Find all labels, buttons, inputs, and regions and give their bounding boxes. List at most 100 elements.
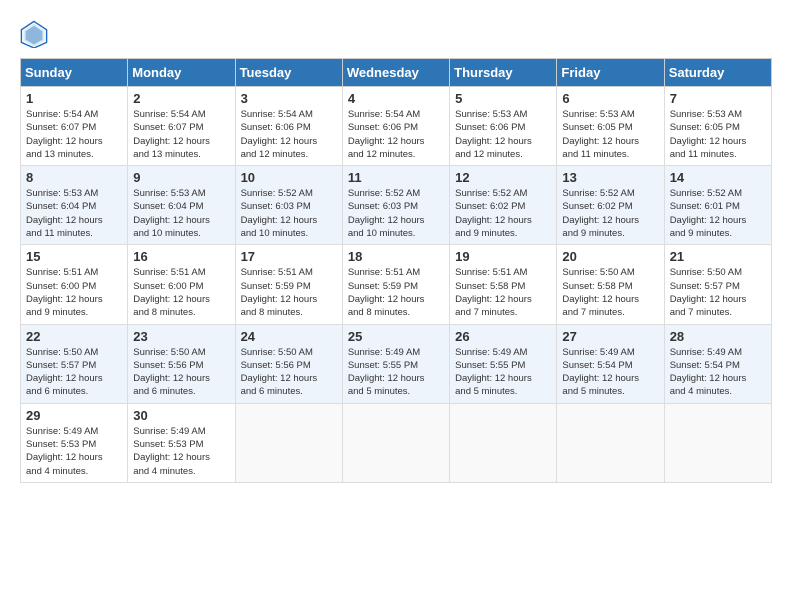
calendar-cell: 24 Sunrise: 5:50 AM Sunset: 5:56 PM Dayli…	[235, 324, 342, 403]
calendar-cell: 4 Sunrise: 5:54 AM Sunset: 6:06 PM Daylig…	[342, 87, 449, 166]
day-number: 21	[670, 249, 766, 264]
calendar-week-3: 15 Sunrise: 5:51 AM Sunset: 6:00 PM Dayli…	[21, 245, 772, 324]
day-number: 29	[26, 408, 122, 423]
day-info: Sunrise: 5:50 AM Sunset: 5:56 PM Dayligh…	[241, 346, 337, 399]
calendar-week-5: 29 Sunrise: 5:49 AM Sunset: 5:53 PM Dayli…	[21, 403, 772, 482]
day-info: Sunrise: 5:53 AM Sunset: 6:05 PM Dayligh…	[670, 108, 766, 161]
day-info: Sunrise: 5:49 AM Sunset: 5:55 PM Dayligh…	[455, 346, 551, 399]
day-info: Sunrise: 5:53 AM Sunset: 6:04 PM Dayligh…	[26, 187, 122, 240]
day-info: Sunrise: 5:50 AM Sunset: 5:57 PM Dayligh…	[26, 346, 122, 399]
day-number: 24	[241, 329, 337, 344]
calendar-cell: 9Sunrise: 5:53 AM Sunset: 6:04 PM Daylig…	[128, 166, 235, 245]
day-info: Sunrise: 5:51 AM Sunset: 5:59 PM Dayligh…	[348, 266, 444, 319]
day-info: Sunrise: 5:52 AM Sunset: 6:03 PM Dayligh…	[348, 187, 444, 240]
calendar-cell: 29 Sunrise: 5:49 AM Sunset: 5:53 PM Dayli…	[21, 403, 128, 482]
day-number: 27	[562, 329, 658, 344]
calendar-cell: 16 Sunrise: 5:51 AM Sunset: 6:00 PM Dayli…	[128, 245, 235, 324]
calendar-cell: 19 Sunrise: 5:51 AM Sunset: 5:58 PM Dayli…	[450, 245, 557, 324]
day-info: Sunrise: 5:52 AM Sunset: 6:01 PM Dayligh…	[670, 187, 766, 240]
calendar-cell: 2 Sunrise: 5:54 AM Sunset: 6:07 PM Daylig…	[128, 87, 235, 166]
day-number: 1	[26, 91, 122, 106]
day-info: Sunrise: 5:54 AM Sunset: 6:06 PM Dayligh…	[241, 108, 337, 161]
calendar-cell: 1 Sunrise: 5:54 AM Sunset: 6:07 PM Daylig…	[21, 87, 128, 166]
day-number: 3	[241, 91, 337, 106]
calendar-cell	[342, 403, 449, 482]
day-info: Sunrise: 5:49 AM Sunset: 5:53 PM Dayligh…	[133, 425, 229, 478]
calendar-week-2: 8Sunrise: 5:53 AM Sunset: 6:04 PM Daylig…	[21, 166, 772, 245]
calendar-cell: 11 Sunrise: 5:52 AM Sunset: 6:03 PM Dayli…	[342, 166, 449, 245]
calendar-header-row: SundayMondayTuesdayWednesdayThursdayFrid…	[21, 59, 772, 87]
day-info: Sunrise: 5:52 AM Sunset: 6:02 PM Dayligh…	[562, 187, 658, 240]
calendar-cell: 30 Sunrise: 5:49 AM Sunset: 5:53 PM Dayli…	[128, 403, 235, 482]
calendar-cell: 14 Sunrise: 5:52 AM Sunset: 6:01 PM Dayli…	[664, 166, 771, 245]
day-info: Sunrise: 5:50 AM Sunset: 5:58 PM Dayligh…	[562, 266, 658, 319]
calendar-cell: 5 Sunrise: 5:53 AM Sunset: 6:06 PM Daylig…	[450, 87, 557, 166]
day-number: 30	[133, 408, 229, 423]
calendar-cell	[664, 403, 771, 482]
day-info: Sunrise: 5:51 AM Sunset: 6:00 PM Dayligh…	[26, 266, 122, 319]
day-info: Sunrise: 5:51 AM Sunset: 6:00 PM Dayligh…	[133, 266, 229, 319]
day-info: Sunrise: 5:50 AM Sunset: 5:56 PM Dayligh…	[133, 346, 229, 399]
calendar-table: SundayMondayTuesdayWednesdayThursdayFrid…	[20, 58, 772, 483]
calendar-cell: 17 Sunrise: 5:51 AM Sunset: 5:59 PM Dayli…	[235, 245, 342, 324]
day-number: 5	[455, 91, 551, 106]
day-number: 28	[670, 329, 766, 344]
day-number: 6	[562, 91, 658, 106]
day-number: 2	[133, 91, 229, 106]
calendar-cell: 28 Sunrise: 5:49 AM Sunset: 5:54 PM Dayli…	[664, 324, 771, 403]
logo	[20, 20, 52, 48]
day-number: 10	[241, 170, 337, 185]
calendar-cell: 8Sunrise: 5:53 AM Sunset: 6:04 PM Daylig…	[21, 166, 128, 245]
day-info: Sunrise: 5:49 AM Sunset: 5:54 PM Dayligh…	[670, 346, 766, 399]
calendar-cell	[450, 403, 557, 482]
col-header-tuesday: Tuesday	[235, 59, 342, 87]
day-info: Sunrise: 5:49 AM Sunset: 5:53 PM Dayligh…	[26, 425, 122, 478]
day-number: 11	[348, 170, 444, 185]
day-number: 25	[348, 329, 444, 344]
day-number: 22	[26, 329, 122, 344]
col-header-friday: Friday	[557, 59, 664, 87]
col-header-monday: Monday	[128, 59, 235, 87]
calendar-cell: 12Sunrise: 5:52 AM Sunset: 6:02 PM Dayli…	[450, 166, 557, 245]
calendar-cell: 21 Sunrise: 5:50 AM Sunset: 5:57 PM Dayli…	[664, 245, 771, 324]
calendar-cell	[235, 403, 342, 482]
day-number: 9	[133, 170, 229, 185]
day-number: 14	[670, 170, 766, 185]
calendar-cell: 7Sunrise: 5:53 AM Sunset: 6:05 PM Daylig…	[664, 87, 771, 166]
calendar-cell: 15 Sunrise: 5:51 AM Sunset: 6:00 PM Dayli…	[21, 245, 128, 324]
day-info: Sunrise: 5:49 AM Sunset: 5:55 PM Dayligh…	[348, 346, 444, 399]
calendar-cell: 26 Sunrise: 5:49 AM Sunset: 5:55 PM Dayli…	[450, 324, 557, 403]
day-number: 17	[241, 249, 337, 264]
calendar-cell: 25 Sunrise: 5:49 AM Sunset: 5:55 PM Dayli…	[342, 324, 449, 403]
day-info: Sunrise: 5:50 AM Sunset: 5:57 PM Dayligh…	[670, 266, 766, 319]
calendar-cell: 18 Sunrise: 5:51 AM Sunset: 5:59 PM Dayli…	[342, 245, 449, 324]
calendar-cell: 6 Sunrise: 5:53 AM Sunset: 6:05 PM Daylig…	[557, 87, 664, 166]
day-info: Sunrise: 5:54 AM Sunset: 6:07 PM Dayligh…	[26, 108, 122, 161]
day-info: Sunrise: 5:51 AM Sunset: 5:59 PM Dayligh…	[241, 266, 337, 319]
day-info: Sunrise: 5:51 AM Sunset: 5:58 PM Dayligh…	[455, 266, 551, 319]
day-info: Sunrise: 5:53 AM Sunset: 6:05 PM Dayligh…	[562, 108, 658, 161]
day-number: 15	[26, 249, 122, 264]
calendar-cell: 10Sunrise: 5:52 AM Sunset: 6:03 PM Dayli…	[235, 166, 342, 245]
calendar-cell: 22 Sunrise: 5:50 AM Sunset: 5:57 PM Dayli…	[21, 324, 128, 403]
day-info: Sunrise: 5:54 AM Sunset: 6:07 PM Dayligh…	[133, 108, 229, 161]
col-header-wednesday: Wednesday	[342, 59, 449, 87]
day-number: 18	[348, 249, 444, 264]
calendar-cell: 27 Sunrise: 5:49 AM Sunset: 5:54 PM Dayli…	[557, 324, 664, 403]
calendar-cell: 3 Sunrise: 5:54 AM Sunset: 6:06 PM Daylig…	[235, 87, 342, 166]
day-number: 26	[455, 329, 551, 344]
day-number: 16	[133, 249, 229, 264]
day-info: Sunrise: 5:49 AM Sunset: 5:54 PM Dayligh…	[562, 346, 658, 399]
day-number: 19	[455, 249, 551, 264]
calendar-cell: 13Sunrise: 5:52 AM Sunset: 6:02 PM Dayli…	[557, 166, 664, 245]
calendar-cell	[557, 403, 664, 482]
day-number: 4	[348, 91, 444, 106]
day-number: 12	[455, 170, 551, 185]
logo-icon	[20, 20, 48, 48]
col-header-sunday: Sunday	[21, 59, 128, 87]
calendar-week-1: 1 Sunrise: 5:54 AM Sunset: 6:07 PM Daylig…	[21, 87, 772, 166]
calendar-cell: 23Sunrise: 5:50 AM Sunset: 5:56 PM Dayli…	[128, 324, 235, 403]
calendar-cell: 20Sunrise: 5:50 AM Sunset: 5:58 PM Dayli…	[557, 245, 664, 324]
day-info: Sunrise: 5:53 AM Sunset: 6:06 PM Dayligh…	[455, 108, 551, 161]
day-info: Sunrise: 5:54 AM Sunset: 6:06 PM Dayligh…	[348, 108, 444, 161]
